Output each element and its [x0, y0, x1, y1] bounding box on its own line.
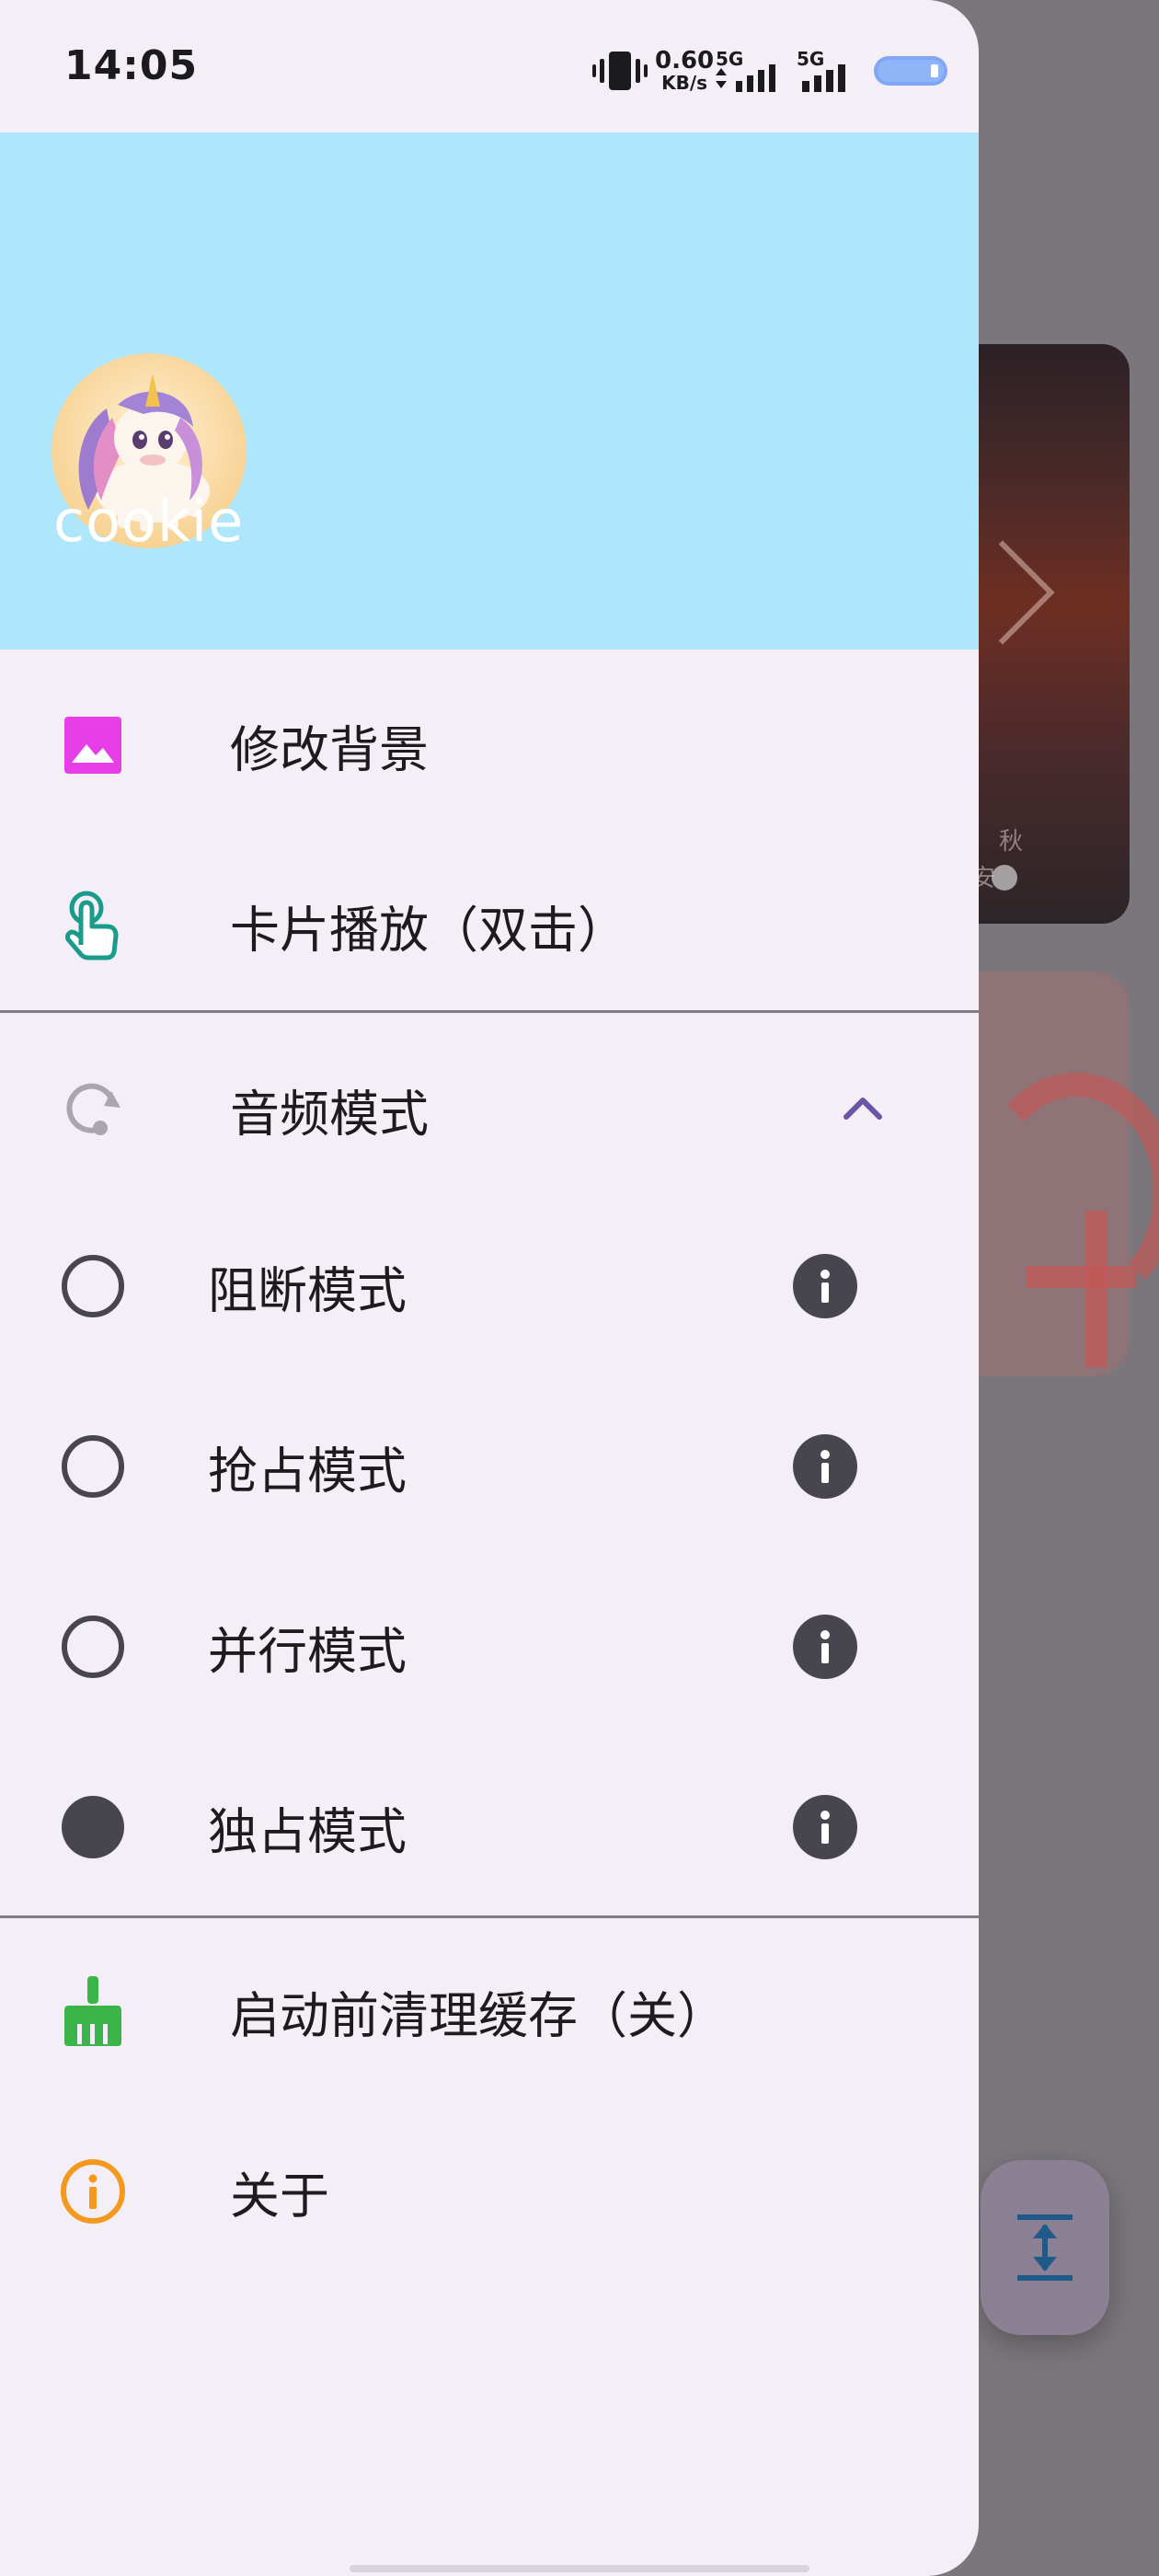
- menu-item-change-background[interactable]: 修改背景: [0, 655, 979, 835]
- status-icons: 0.60 KB/s 5G 5G: [592, 42, 979, 98]
- broom-icon: [52, 1970, 134, 2053]
- audio-option-label: 并行模式: [208, 1622, 407, 1681]
- menu-item-label: 音频模式: [230, 1085, 429, 1144]
- touch-icon: [52, 884, 134, 967]
- vibrate-icon: [592, 52, 648, 90]
- info-icon[interactable]: [793, 1615, 857, 1679]
- image-icon: [52, 704, 134, 787]
- status-bar: 14:05 0.60 KB/s 5G 5G: [0, 0, 979, 132]
- battery-icon: [874, 56, 947, 86]
- background-toggle-dot: [992, 865, 1017, 891]
- info-icon[interactable]: [793, 1795, 857, 1859]
- audio-option-label: 抢占模式: [208, 1442, 407, 1501]
- gesture-nav-bar[interactable]: [350, 2565, 809, 2572]
- audio-option-label: 阻断模式: [208, 1261, 407, 1320]
- info-icon[interactable]: [793, 1434, 857, 1499]
- audio-mode-icon: [52, 1068, 134, 1151]
- network-speed-unit: KB/s: [661, 72, 708, 94]
- menu-item-clear-cache[interactable]: 启动前清理缓存（关）: [0, 1921, 979, 2101]
- navigation-drawer: 14:05 0.60 KB/s 5G 5G cookie 修改背景 卡片播放（双…: [0, 0, 979, 2576]
- menu-item-label: 启动前清理缓存（关）: [230, 1986, 727, 2045]
- audio-option-parallel[interactable]: 并行模式: [0, 1557, 979, 1737]
- menu-item-audio-mode[interactable]: 音频模式: [0, 1019, 979, 1200]
- background-fab: [981, 2160, 1109, 2335]
- expand-vertical-icon: [981, 2160, 1109, 2335]
- menu-item-label: 关于: [230, 2167, 329, 2225]
- divider: [0, 1915, 979, 1918]
- background-card-text: 秋: [999, 828, 1024, 856]
- menu-item-label: 修改背景: [230, 720, 429, 779]
- username: cookie: [53, 488, 245, 555]
- chevron-up-icon[interactable]: [835, 1082, 890, 1137]
- background-plus-icon: [1085, 1211, 1107, 1367]
- sim1-signal-icon: [716, 64, 775, 92]
- audio-option-exclusive[interactable]: 独占模式: [0, 1737, 979, 1917]
- audio-option-block[interactable]: 阻断模式: [0, 1196, 979, 1376]
- status-time: 14:05: [64, 42, 199, 89]
- menu-item-about[interactable]: 关于: [0, 2101, 979, 2282]
- sim2-signal-icon: [802, 64, 845, 92]
- divider: [0, 1010, 979, 1013]
- radio-selected-icon[interactable]: [52, 1786, 134, 1869]
- radio-unselected-icon[interactable]: [52, 1605, 134, 1688]
- audio-option-label: 独占模式: [208, 1802, 407, 1861]
- drawer-header: cookie: [0, 132, 979, 650]
- info-outline-icon: [52, 2150, 134, 2233]
- menu-item-label: 卡片播放（双击）: [230, 901, 627, 960]
- radio-unselected-icon[interactable]: [52, 1245, 134, 1328]
- radio-unselected-icon[interactable]: [52, 1425, 134, 1508]
- network-speed-value: 0.60: [655, 47, 715, 75]
- info-icon[interactable]: [793, 1254, 857, 1318]
- menu-item-card-play[interactable]: 卡片播放（双击）: [0, 835, 979, 1016]
- audio-option-preempt[interactable]: 抢占模式: [0, 1376, 979, 1557]
- network-speed: 0.60 KB/s: [655, 47, 715, 94]
